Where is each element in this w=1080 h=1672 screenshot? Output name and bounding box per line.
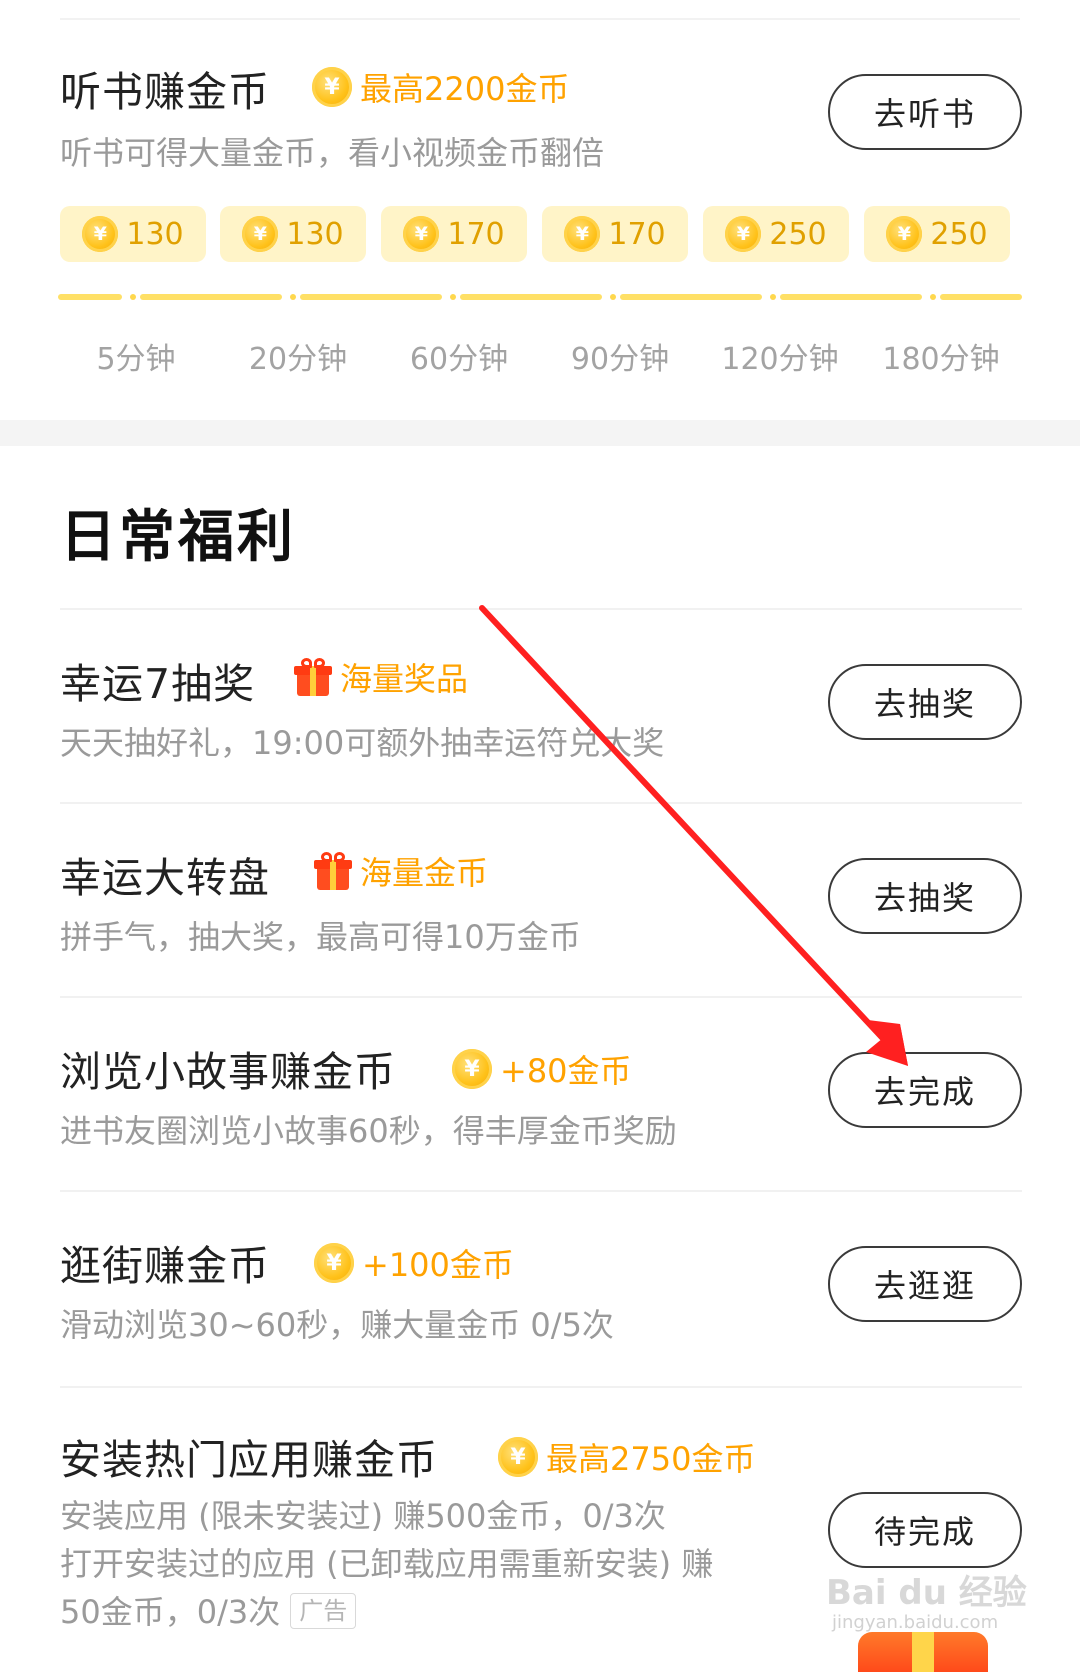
chip-amount: 170 [608, 216, 666, 252]
reward-chip: ¥ 130 [60, 206, 206, 262]
progress-node [290, 294, 296, 300]
reward-badge: ¥ +80金币 [452, 1046, 632, 1092]
task-desc: 听书可得大量金币，看小视频金币翻倍 [60, 134, 605, 172]
reward-badge: ¥ 最高2200金币 [312, 64, 569, 110]
gift-icon [294, 658, 332, 696]
reward-chip: ¥ 130 [220, 206, 366, 262]
reward-text: 海量奖品 [340, 660, 469, 698]
go-wheel-button[interactable]: 去抽奖 [828, 858, 1022, 934]
divider [60, 1190, 1022, 1192]
listen-task-card: 听书赚金币 ¥ 最高2200金币 听书可得大量金币，看小视频金币翻倍 去听书 ¥… [0, 0, 1080, 420]
coin-icon: ¥ [564, 216, 601, 252]
time-label: 180分钟 [882, 342, 1000, 377]
watermark-url: jingyan.baidu.com [832, 1612, 999, 1633]
task-title: 浏览小故事赚金币 [60, 1048, 396, 1096]
chip-amount: 250 [769, 216, 827, 252]
desc-line: 安装应用 (限未安装过) 赚500金币，0/3次 [60, 1497, 666, 1535]
coin-icon: ¥ [725, 216, 762, 252]
reward-chips: ¥ 130 ¥ 130 ¥ 170 ¥ 170 ¥ 250 ¥ 250 [60, 206, 1020, 264]
coin-icon: ¥ [452, 1049, 492, 1089]
go-lottery-button[interactable]: 去抽奖 [828, 664, 1022, 740]
gift-icon [314, 852, 352, 890]
task-title: 听书赚金币 [60, 68, 270, 116]
task-desc: 滑动浏览30~60秒，赚大量金币 0/5次 [60, 1306, 614, 1344]
progress-node [930, 294, 936, 300]
divider [60, 802, 1022, 804]
progress-node [450, 294, 456, 300]
go-shopping-button[interactable]: 去逛逛 [828, 1246, 1022, 1322]
desc-line: 50金币，0/3次 广告 [60, 1588, 760, 1636]
reward-chip: ¥ 250 [703, 206, 849, 262]
coin-icon: ¥ [314, 1243, 354, 1283]
time-label: 5分钟 [96, 342, 176, 377]
chip-amount: 170 [447, 216, 505, 252]
task-desc: 天天抽好礼，19:00可额外抽幸运符兑大奖 [60, 724, 665, 762]
watermark-logo: Bai du 经验 [826, 1573, 1027, 1613]
section-title: 日常福利 [60, 505, 296, 570]
coin-icon: ¥ [498, 1437, 538, 1477]
chip-amount: 130 [286, 216, 344, 252]
treasure-chest-icon [858, 1632, 988, 1672]
reward-text: 最高2200金币 [360, 70, 570, 108]
divider [60, 608, 1022, 610]
section-gap [0, 420, 1080, 446]
reward-chip: ¥ 250 [864, 206, 1010, 262]
reward-text: +100金币 [362, 1246, 514, 1284]
reward-badge: ¥ 最高2750金币 [498, 1434, 755, 1480]
coin-icon: ¥ [886, 216, 923, 252]
task-title: 幸运大转盘 [60, 854, 270, 902]
ad-tag: 广告 [290, 1593, 357, 1629]
reward-badge: 海量奖品 [294, 654, 468, 700]
task-desc: 安装应用 (限未安装过) 赚500金币，0/3次 打开安装过的应用 (已卸载应用… [60, 1492, 760, 1636]
task-title: 安装热门应用赚金币 [60, 1436, 438, 1484]
chip-amount: 130 [126, 216, 184, 252]
progress-node [770, 294, 776, 300]
time-label: 60分钟 [409, 342, 509, 377]
time-label: 120分钟 [721, 342, 839, 377]
go-listen-button[interactable]: 去听书 [828, 74, 1022, 150]
reward-chip: ¥ 170 [542, 206, 688, 262]
coin-icon: ¥ [403, 216, 440, 252]
coin-icon: ¥ [82, 216, 119, 252]
reward-text: 最高2750金币 [546, 1440, 756, 1478]
reward-text: +80金币 [500, 1052, 632, 1090]
progress-node [130, 294, 136, 300]
reward-badge: 海量金币 [314, 848, 488, 894]
reward-chip: ¥ 170 [381, 206, 527, 262]
divider [60, 996, 1022, 998]
time-label: 20分钟 [248, 342, 348, 377]
coin-icon: ¥ [242, 216, 279, 252]
desc-line: 打开安装过的应用 (已卸载应用需重新安装) 赚 [60, 1545, 714, 1583]
pending-button[interactable]: 待完成 [828, 1492, 1022, 1568]
progress-node [610, 294, 616, 300]
reward-text: 海量金币 [360, 854, 489, 892]
divider [60, 1386, 1022, 1388]
listen-progress-track [58, 294, 1022, 300]
task-title: 逛街赚金币 [60, 1242, 270, 1290]
chip-amount: 250 [930, 216, 988, 252]
go-complete-button[interactable]: 去完成 [828, 1052, 1022, 1128]
task-title: 幸运7抽奖 [60, 660, 256, 708]
task-desc: 拼手气，抽大奖，最高可得10万金币 [60, 918, 581, 956]
time-label: 90分钟 [570, 342, 670, 377]
task-desc: 进书友圈浏览小故事60秒，得丰厚金币奖励 [60, 1112, 677, 1150]
coin-icon: ¥ [312, 67, 352, 107]
reward-badge: ¥ +100金币 [314, 1240, 514, 1286]
